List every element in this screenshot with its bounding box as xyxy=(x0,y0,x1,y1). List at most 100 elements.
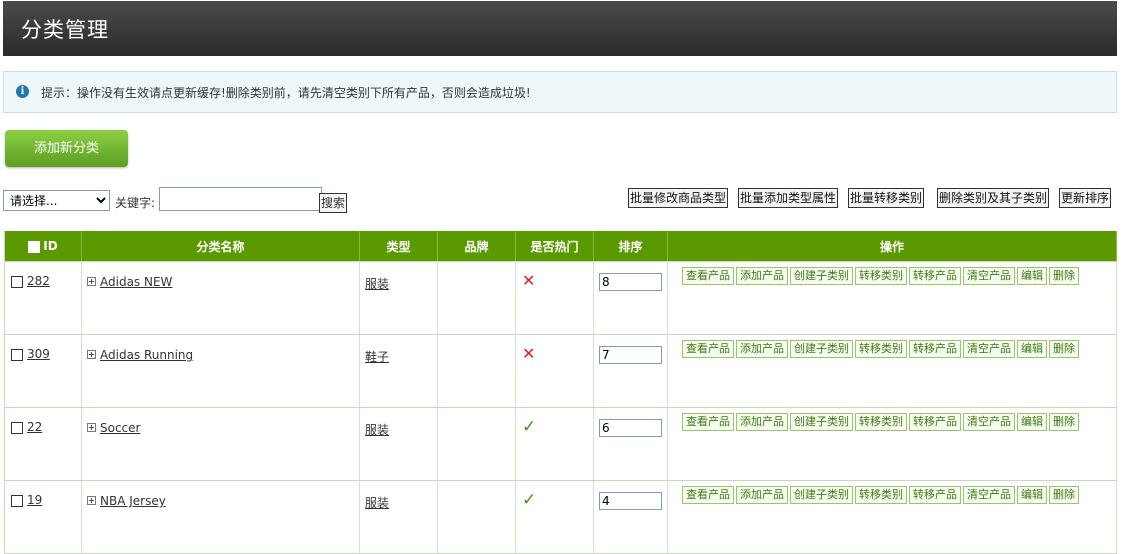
update-sort-button[interactable]: 更新排序 xyxy=(1059,188,1112,208)
delete-button[interactable]: 删除 xyxy=(1049,340,1079,358)
id-cell: 309 xyxy=(4,334,82,408)
hot-cell[interactable]: ✕ xyxy=(515,334,594,408)
table-row: 309 Adidas Running 鞋子 ✕ 查看产品添加产品创建子类别转移类别转移产… xyxy=(4,334,1117,408)
select-all-checkbox[interactable] xyxy=(28,240,41,253)
ops-cell: 查看产品 添加产品 创建子类别 转移类别 转移产品 清空产品 编辑 删除 xyxy=(667,261,1117,335)
delete-button[interactable]: 删除 xyxy=(1049,413,1079,431)
id-link[interactable]: 282 xyxy=(27,274,50,288)
check-icon: ✓ xyxy=(522,417,537,437)
move-products-button[interactable]: 转移产品 xyxy=(909,413,961,431)
sort-input[interactable] xyxy=(599,419,662,437)
th-id: ID xyxy=(4,231,82,262)
th-sort: 排序 xyxy=(593,231,668,262)
th-ops: 操作 xyxy=(667,231,1117,262)
delete-with-children-button[interactable]: 删除类别及其子类别 xyxy=(937,188,1050,208)
type-cell: 服装 xyxy=(359,480,438,554)
edit-button[interactable]: 编辑 xyxy=(1017,413,1047,431)
hot-cell[interactable]: ✓ xyxy=(515,480,594,554)
edit-button[interactable]: 编辑 xyxy=(1017,340,1047,358)
keyword-label: 关键字: xyxy=(115,196,156,210)
sort-cell xyxy=(593,407,668,481)
move-category-button[interactable]: 转移类别 xyxy=(855,486,907,504)
create-subcategory-button[interactable]: 创建子类别 xyxy=(790,267,853,285)
create-subcategory-button[interactable]: 创建子类别 xyxy=(790,413,853,431)
move-category-button[interactable]: 转移类别 xyxy=(855,340,907,358)
name-cell: Adidas Running xyxy=(81,334,360,408)
ops-cell: 查看产品 添加产品 创建子类别 转移类别 转移产品 清空产品 编辑 删除 xyxy=(667,334,1117,408)
add-product-button[interactable]: 添加产品 xyxy=(736,267,788,285)
view-products-button[interactable]: 查看产品 xyxy=(682,267,734,285)
batch-add-attr-button[interactable]: 批量添加类型属性 xyxy=(738,188,839,208)
page-header: 分类管理 xyxy=(3,1,1117,56)
row-checkbox[interactable] xyxy=(11,275,23,288)
create-subcategory-button[interactable]: 创建子类别 xyxy=(790,340,853,358)
batch-modify-type-button[interactable]: 批量修改商品类型 xyxy=(628,188,729,208)
hot-cell[interactable]: ✓ xyxy=(515,407,594,481)
view-products-button[interactable]: 查看产品 xyxy=(682,486,734,504)
type-link[interactable]: 鞋子 xyxy=(365,350,389,364)
th-type: 类型 xyxy=(359,231,438,262)
add-product-button[interactable]: 添加产品 xyxy=(736,340,788,358)
notice-text: 提示：操作没有生效请点更新缓存!删除类别前，请先清空类别下所有产品，否则会造成垃… xyxy=(41,86,531,100)
edit-button[interactable]: 编辑 xyxy=(1017,267,1047,285)
category-name-link[interactable]: Adidas Running xyxy=(100,348,193,362)
clear-products-button[interactable]: 清空产品 xyxy=(963,340,1015,358)
move-category-button[interactable]: 转移类别 xyxy=(855,413,907,431)
add-category-button[interactable]: 添加新分类 xyxy=(5,130,128,167)
cross-icon: ✕ xyxy=(522,271,536,290)
row-checkbox[interactable] xyxy=(11,348,23,361)
hot-cell[interactable]: ✕ xyxy=(515,261,594,335)
view-products-button[interactable]: 查看产品 xyxy=(682,413,734,431)
view-products-button[interactable]: 查看产品 xyxy=(682,340,734,358)
th-name: 分类名称 xyxy=(81,231,360,262)
edit-button[interactable]: 编辑 xyxy=(1017,486,1047,504)
move-category-button[interactable]: 转移类别 xyxy=(855,267,907,285)
id-link[interactable]: 309 xyxy=(27,347,50,361)
delete-button[interactable]: 删除 xyxy=(1049,267,1079,285)
add-product-button[interactable]: 添加产品 xyxy=(736,486,788,504)
sort-input[interactable] xyxy=(599,346,662,364)
type-link[interactable]: 服装 xyxy=(365,496,389,510)
type-cell: 服装 xyxy=(359,261,438,335)
brand-cell xyxy=(437,261,516,335)
row-checkbox[interactable] xyxy=(11,494,23,507)
name-cell: Soccer xyxy=(81,407,360,481)
category-name-link[interactable]: Soccer xyxy=(100,421,140,435)
table-row: 282 Adidas NEW 服装 ✕ 查看产品添加产品创建子类别转移类别转移产品清空产… xyxy=(4,261,1117,335)
sort-input[interactable] xyxy=(599,273,662,291)
expand-icon[interactable] xyxy=(87,423,96,432)
expand-icon[interactable] xyxy=(87,350,96,359)
type-link[interactable]: 服装 xyxy=(365,423,389,437)
clear-products-button[interactable]: 清空产品 xyxy=(963,413,1015,431)
row-checkbox[interactable] xyxy=(11,421,23,434)
sort-input[interactable] xyxy=(599,492,662,510)
table-header-row: ID 分类名称 类型 品牌 是否热门 排序 操作 xyxy=(4,231,1117,262)
category-name-link[interactable]: Adidas NEW xyxy=(100,275,172,289)
id-cell: 19 xyxy=(4,480,82,554)
expand-icon[interactable] xyxy=(87,496,96,505)
id-link[interactable]: 19 xyxy=(27,493,42,507)
type-link[interactable]: 服装 xyxy=(365,277,389,291)
move-products-button[interactable]: 转移产品 xyxy=(909,267,961,285)
move-products-button[interactable]: 转移产品 xyxy=(909,486,961,504)
category-table: ID 分类名称 类型 品牌 是否热门 排序 操作 282 Adidas NEW 服装… xyxy=(4,231,1117,554)
ops-cell: 查看产品 添加产品 创建子类别 转移类别 转移产品 清空产品 编辑 删除 xyxy=(667,407,1117,481)
move-products-button[interactable]: 转移产品 xyxy=(909,340,961,358)
ops-cell: 查看产品 添加产品 创建子类别 转移类别 转移产品 清空产品 编辑 删除 xyxy=(667,480,1117,554)
check-icon: ✓ xyxy=(522,490,537,510)
delete-button[interactable]: 删除 xyxy=(1049,486,1079,504)
create-subcategory-button[interactable]: 创建子类别 xyxy=(790,486,853,504)
category-select[interactable]: 请选择... xyxy=(3,190,110,211)
batch-move-category-button[interactable]: 批量转移类别 xyxy=(848,188,925,208)
add-product-button[interactable]: 添加产品 xyxy=(736,413,788,431)
sort-cell xyxy=(593,334,668,408)
sort-cell xyxy=(593,261,668,335)
clear-products-button[interactable]: 清空产品 xyxy=(963,267,1015,285)
id-link[interactable]: 22 xyxy=(27,420,42,434)
id-cell: 22 xyxy=(4,407,82,481)
category-name-link[interactable]: NBA Jersey xyxy=(100,494,166,508)
expand-icon[interactable] xyxy=(87,277,96,286)
clear-products-button[interactable]: 清空产品 xyxy=(963,486,1015,504)
keyword-input[interactable] xyxy=(159,187,322,211)
search-button[interactable]: 搜索 xyxy=(319,193,348,213)
